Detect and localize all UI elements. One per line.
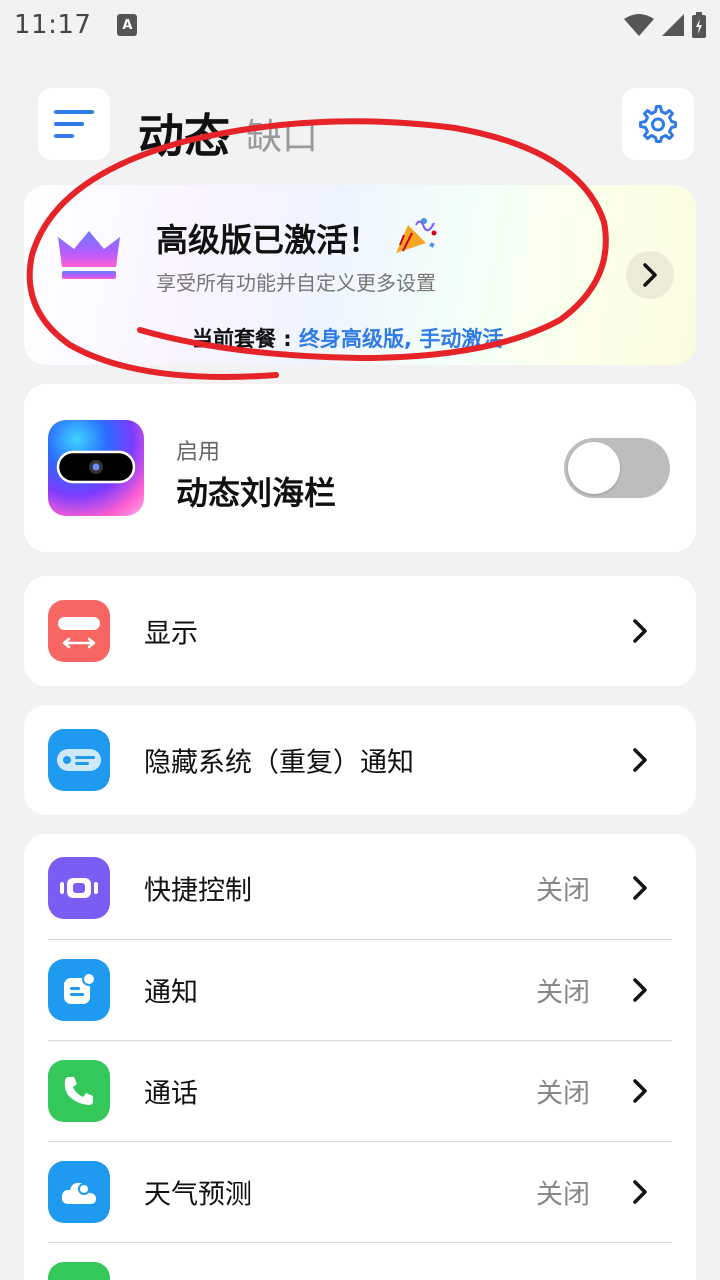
display-card[interactable]: 显示 bbox=[24, 576, 696, 686]
menu-button[interactable] bbox=[38, 88, 110, 160]
feature-status: 关闭 bbox=[536, 875, 590, 907]
feature-row-weather[interactable]: 天气预测 关闭 bbox=[24, 1142, 696, 1242]
feature-label: 通话 bbox=[144, 1078, 198, 1110]
settings-button[interactable] bbox=[622, 88, 694, 160]
feature-row-notification[interactable]: 通知 关闭 bbox=[24, 940, 696, 1040]
crown-icon bbox=[58, 231, 120, 279]
enable-title: 动态刘海栏 bbox=[176, 474, 337, 512]
phone-icon bbox=[48, 1060, 110, 1122]
hide-notification-icon bbox=[48, 729, 110, 791]
current-plan-label: 当前套餐 : bbox=[192, 327, 300, 351]
chevron-right-icon bbox=[633, 748, 647, 772]
notch-preview-icon bbox=[56, 450, 136, 484]
page-title: 动态 bbox=[138, 109, 230, 163]
premium-open-button[interactable] bbox=[626, 251, 674, 299]
premium-subtitle: 享受所有功能并自定义更多设置 bbox=[156, 271, 436, 295]
page-subtitle: 缺口 bbox=[246, 117, 319, 158]
enable-toggle[interactable] bbox=[564, 438, 670, 498]
chevron-right-icon bbox=[633, 1180, 647, 1204]
status-time: 11:17 bbox=[14, 10, 92, 40]
premium-card[interactable]: 高级版已激活！ 享受所有功能并自定义更多设置 当前套餐 : 终身高级版, 手动激… bbox=[24, 185, 696, 365]
enable-card: 启用 动态刘海栏 bbox=[24, 384, 696, 552]
weather-icon bbox=[48, 1161, 110, 1223]
notification-icon bbox=[48, 959, 110, 1021]
next-feature-icon bbox=[48, 1262, 110, 1280]
chevron-right-icon bbox=[633, 1079, 647, 1103]
chevron-right-icon bbox=[633, 876, 647, 900]
menu-icon bbox=[54, 110, 94, 138]
hide-notification-label: 隐藏系统（重复）通知 bbox=[144, 747, 414, 779]
gear-icon bbox=[639, 105, 677, 143]
display-icon bbox=[48, 600, 110, 662]
features-list: 快捷控制 关闭 通知 关闭 通话 关闭 天气预测 关闭 bbox=[24, 834, 696, 1280]
quick-control-icon bbox=[48, 857, 110, 919]
feature-label: 快捷控制 bbox=[144, 875, 252, 907]
hide-notification-card[interactable]: 隐藏系统（重复）通知 bbox=[24, 705, 696, 815]
premium-title: 高级版已激活！ bbox=[156, 221, 381, 259]
party-popper-icon bbox=[396, 218, 437, 253]
feature-status: 关闭 bbox=[536, 1179, 590, 1211]
current-plan-value: 终身高级版, 手动激活 bbox=[299, 327, 504, 351]
wifi-icon bbox=[624, 14, 654, 36]
feature-row-quick-control[interactable]: 快捷控制 关闭 bbox=[24, 838, 696, 938]
dynamic-island-preview bbox=[48, 420, 144, 516]
feature-row-call[interactable]: 通话 关闭 bbox=[24, 1041, 696, 1141]
status-icons bbox=[624, 12, 706, 38]
feature-label: 通知 bbox=[144, 977, 198, 1009]
chevron-right-icon bbox=[633, 978, 647, 1002]
enable-label: 启用 bbox=[176, 440, 221, 465]
chevron-right-icon bbox=[633, 619, 647, 643]
display-label: 显示 bbox=[144, 618, 198, 650]
keyboard-notification-icon: A bbox=[117, 14, 138, 36]
feature-status: 关闭 bbox=[536, 1078, 590, 1110]
signal-icon bbox=[662, 14, 684, 36]
header: 动态 缺口 bbox=[0, 88, 720, 163]
status-bar: 11:17 A bbox=[0, 0, 720, 50]
feature-label: 天气预测 bbox=[144, 1179, 252, 1211]
current-plan: 当前套餐 : 终身高级版, 手动激活 bbox=[192, 323, 503, 353]
hide-notification-row[interactable]: 隐藏系统（重复）通知 bbox=[24, 710, 696, 810]
toggle-knob bbox=[568, 442, 620, 494]
battery-icon bbox=[692, 12, 706, 38]
display-row[interactable]: 显示 bbox=[24, 581, 696, 681]
feature-status: 关闭 bbox=[536, 977, 590, 1009]
divider bbox=[48, 1242, 672, 1243]
chevron-right-icon bbox=[643, 263, 657, 287]
